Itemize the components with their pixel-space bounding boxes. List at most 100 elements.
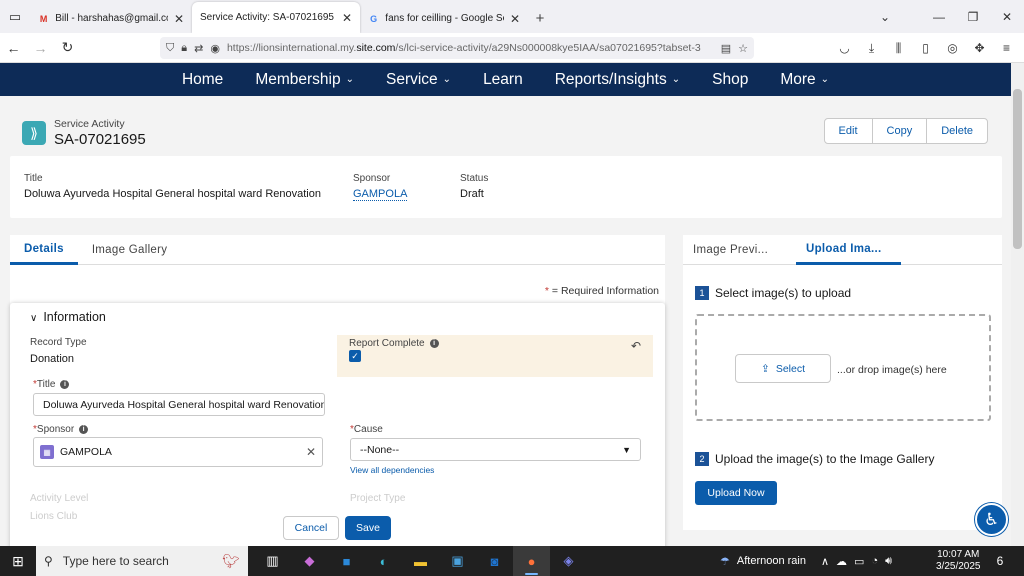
accessibility-icon[interactable]: ♿︎	[975, 503, 1008, 536]
edge-icon[interactable]: ◐	[365, 546, 402, 576]
weather-text[interactable]: Afternoon rain	[737, 555, 806, 567]
account-icon[interactable]: ◎	[939, 33, 966, 63]
minimize-icon[interactable]: —	[922, 0, 956, 33]
title-input[interactable]: Doluwa Ayurveda Hospital General hospita…	[33, 393, 325, 416]
nav-shop[interactable]: Shop	[696, 63, 764, 96]
outlook-icon[interactable]: ◙	[476, 546, 513, 576]
nav-learn[interactable]: Learn	[467, 63, 539, 96]
sponsor-selected-value: GAMPOLA	[60, 446, 112, 458]
widgets-icon[interactable]: ■	[328, 546, 365, 576]
nav-service[interactable]: Service ⌄	[370, 63, 467, 96]
extensions-icon[interactable]: ✥	[966, 33, 993, 63]
view-all-dependencies-link[interactable]: View all dependencies	[350, 465, 434, 475]
reload-icon[interactable]: ↻	[54, 33, 81, 63]
lock-icon[interactable]: 🔒︎	[181, 42, 187, 55]
sidebar-icon[interactable]: ▯	[912, 33, 939, 63]
cause-select[interactable]: --None-- ▼	[350, 438, 641, 461]
cancel-button[interactable]: Cancel	[283, 516, 339, 540]
save-button[interactable]: Save	[345, 516, 391, 540]
clear-selection-icon[interactable]: ✕	[306, 445, 316, 459]
delete-button[interactable]: Delete	[926, 119, 987, 143]
permissions-icon[interactable]: ⇄	[194, 42, 203, 55]
pocket-icon[interactable]: ◡	[831, 33, 858, 63]
location-icon[interactable]: ◉	[210, 42, 220, 55]
tab-list-icon[interactable]: ▭	[0, 0, 30, 33]
shield-icon[interactable]: ⛉	[166, 42, 174, 55]
nav-home[interactable]: Home	[166, 63, 239, 96]
url-bar[interactable]: ⛉ 🔒︎ ⇄ ◉ https://lionsinternational.my.s…	[160, 37, 754, 59]
close-tab-icon[interactable]: ✕	[342, 11, 352, 25]
section-header-information[interactable]: ∨ Information	[30, 310, 106, 324]
library-icon[interactable]: ⫼	[885, 33, 912, 63]
highlight-sponsor-link[interactable]: GAMPOLA	[353, 188, 408, 201]
close-tab-icon[interactable]: ✕	[174, 12, 184, 26]
report-complete-checkbox[interactable]: ✓	[349, 350, 361, 362]
reader-view-icon[interactable]: ▤	[721, 42, 731, 55]
store-icon[interactable]: ▣	[439, 546, 476, 576]
browser-tab-gmail[interactable]: M Bill - harshahas@gmail.com - G ✕	[30, 4, 192, 33]
tab-title: Bill - harshahas@gmail.com - G	[55, 13, 168, 24]
highlight-status-label: Status	[460, 173, 489, 184]
taskbar-search[interactable]: ⚲ Type here to search 🐦︎	[36, 546, 248, 576]
back-icon[interactable]: ←	[0, 33, 27, 63]
file-explorer-icon[interactable]: ▬	[402, 546, 439, 576]
browser-tab-service-activity[interactable]: Service Activity: SA-07021695 ✕	[192, 2, 360, 33]
record-header: ⟫ Service Activity SA-07021695 Edit Copy…	[10, 108, 1000, 158]
scrollbar-thumb[interactable]	[1013, 89, 1022, 249]
windows-taskbar: ⊞ ⚲ Type here to search 🐦︎ ▥ ◆ ■ ◐ ▬ ▣ ◙…	[0, 546, 1024, 576]
notification-icon[interactable]: 6	[990, 551, 1010, 571]
maximize-icon[interactable]: ❐	[956, 0, 990, 33]
tab-title: fans for ceilling - Google Search	[385, 13, 504, 24]
url-text[interactable]: https://lionsinternational.my.site.com/s…	[227, 42, 701, 54]
image-drop-zone[interactable]: ⇪ Select ...or drop image(s) here	[695, 314, 991, 421]
toolbar-icons: ◡ ⤓ ⫼ ▯ ◎ ✥ ≡	[831, 33, 1020, 63]
forward-icon[interactable]: →	[27, 33, 54, 63]
sponsor-lookup[interactable]: ▦ GAMPOLA ✕	[33, 437, 323, 467]
highlights-panel: Title Doluwa Ayurveda Hospital General h…	[10, 156, 1002, 218]
page-scrollbar[interactable]	[1011, 63, 1024, 546]
report-complete-field: Report Complete i ✓ ↶	[337, 335, 653, 377]
highlight-title-label: Title	[24, 173, 43, 184]
tab-image-gallery[interactable]: Image Gallery	[78, 235, 181, 265]
tab-details[interactable]: Details	[10, 235, 78, 265]
task-view-icon[interactable]: ▥	[254, 546, 291, 576]
select-files-button[interactable]: ⇪ Select	[735, 354, 831, 383]
onedrive-icon[interactable]: ☁︎	[836, 555, 847, 568]
tab-overflow-icon[interactable]: ⌄	[868, 0, 902, 33]
system-clock[interactable]: 10:07 AM 3/25/2025	[936, 549, 981, 573]
copy-button[interactable]: Copy	[871, 119, 927, 143]
new-tab-button[interactable]: +	[528, 4, 552, 33]
nav-reports-insights[interactable]: Reports/Insights ⌄	[539, 63, 696, 96]
browser-tab-google-search[interactable]: G fans for ceilling - Google Search ✕	[360, 4, 528, 33]
details-tabs: Details Image Gallery	[10, 235, 665, 265]
edit-button[interactable]: Edit	[825, 119, 872, 143]
title-label: *Title i	[33, 379, 70, 390]
upload-now-button[interactable]: Upload Now	[695, 481, 777, 505]
volume-icon[interactable]: 🔊︎	[885, 555, 892, 568]
menu-icon[interactable]: ≡	[993, 33, 1020, 63]
close-tab-icon[interactable]: ✕	[510, 12, 520, 26]
teams-icon[interactable]: ◈	[550, 546, 587, 576]
image-tabs: Image Previ... Upload Ima...	[683, 235, 1002, 265]
nav-more[interactable]: More ⌄	[764, 63, 845, 96]
show-hidden-icons-icon[interactable]: ∧	[821, 555, 829, 568]
download-icon[interactable]: ⤓	[858, 33, 885, 63]
tab-upload-images[interactable]: Upload Ima...	[796, 235, 901, 265]
firefox-icon[interactable]: ●	[513, 546, 550, 576]
report-complete-label: Report Complete i	[349, 338, 439, 349]
info-icon[interactable]: i	[429, 338, 439, 348]
battery-icon[interactable]: ▭	[854, 555, 864, 568]
copilot-icon[interactable]: ◆	[291, 546, 328, 576]
info-icon[interactable]: i	[79, 424, 89, 434]
browser-tab-bar: ▭ M Bill - harshahas@gmail.com - G ✕ Ser…	[0, 0, 1024, 33]
tab-image-preview[interactable]: Image Previ...	[683, 235, 788, 265]
taskbar-apps: ▥ ◆ ■ ◐ ▬ ▣ ◙ ● ◈	[254, 546, 587, 576]
close-window-icon[interactable]: ✕	[990, 0, 1024, 33]
info-icon[interactable]: i	[60, 379, 70, 389]
nav-membership[interactable]: Membership ⌄	[239, 63, 370, 96]
network-icon[interactable]: ◔	[871, 555, 878, 567]
undo-icon[interactable]: ↶	[631, 339, 641, 353]
search-icon: ⚲	[44, 554, 53, 568]
bookmark-star-icon[interactable]: ☆	[738, 42, 748, 55]
windows-start-icon[interactable]: ⊞	[0, 546, 36, 576]
